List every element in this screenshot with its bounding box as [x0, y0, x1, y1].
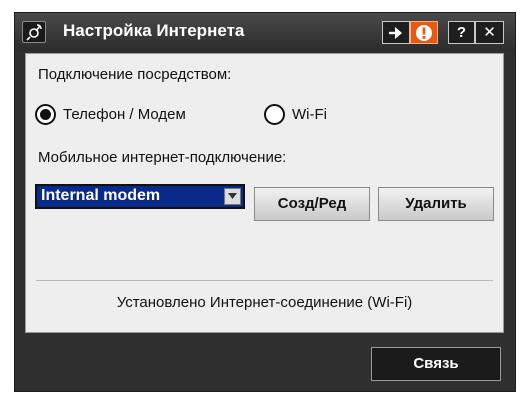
- mobile-connection-select[interactable]: Internal modem: [35, 184, 245, 209]
- close-button[interactable]: ✕: [475, 21, 504, 44]
- radio-phone-modem-label: Телефон / Модем: [63, 105, 186, 123]
- settings-panel: Подключение посредством: Телефон / Модем…: [25, 53, 504, 333]
- connection-status: Установлено Интернет-соединение (Wi-Fi): [36, 280, 493, 324]
- connection-method-label: Подключение посредством:: [38, 66, 232, 83]
- window-title: Настройка Интернета: [63, 21, 245, 40]
- radio-wifi-circle[interactable]: [264, 103, 285, 125]
- radio-phone-modem-circle[interactable]: [35, 103, 56, 125]
- radio-phone-modem[interactable]: Телефон / Модем: [35, 102, 186, 126]
- help-button[interactable]: ?: [448, 21, 475, 44]
- internet-settings-window: Настройка Интернета ? ✕ Подключение поср…: [14, 12, 516, 392]
- mobile-connection-label: Мобильное интернет-подключение:: [38, 149, 287, 166]
- satellite-icon: [22, 21, 46, 43]
- radio-wifi[interactable]: Wi-Fi: [264, 102, 327, 126]
- warning-icon[interactable]: [410, 21, 438, 44]
- mobile-connection-value: Internal modem: [41, 187, 161, 204]
- connect-button[interactable]: Связь: [371, 347, 501, 381]
- delete-button[interactable]: Удалить: [378, 187, 494, 221]
- arrow-right-icon[interactable]: [382, 21, 410, 44]
- title-bar: Настройка Интернета ? ✕: [15, 13, 515, 51]
- chevron-down-icon[interactable]: [224, 188, 241, 205]
- radio-wifi-label: Wi-Fi: [292, 105, 327, 123]
- create-edit-button[interactable]: Созд/Ред: [254, 187, 370, 221]
